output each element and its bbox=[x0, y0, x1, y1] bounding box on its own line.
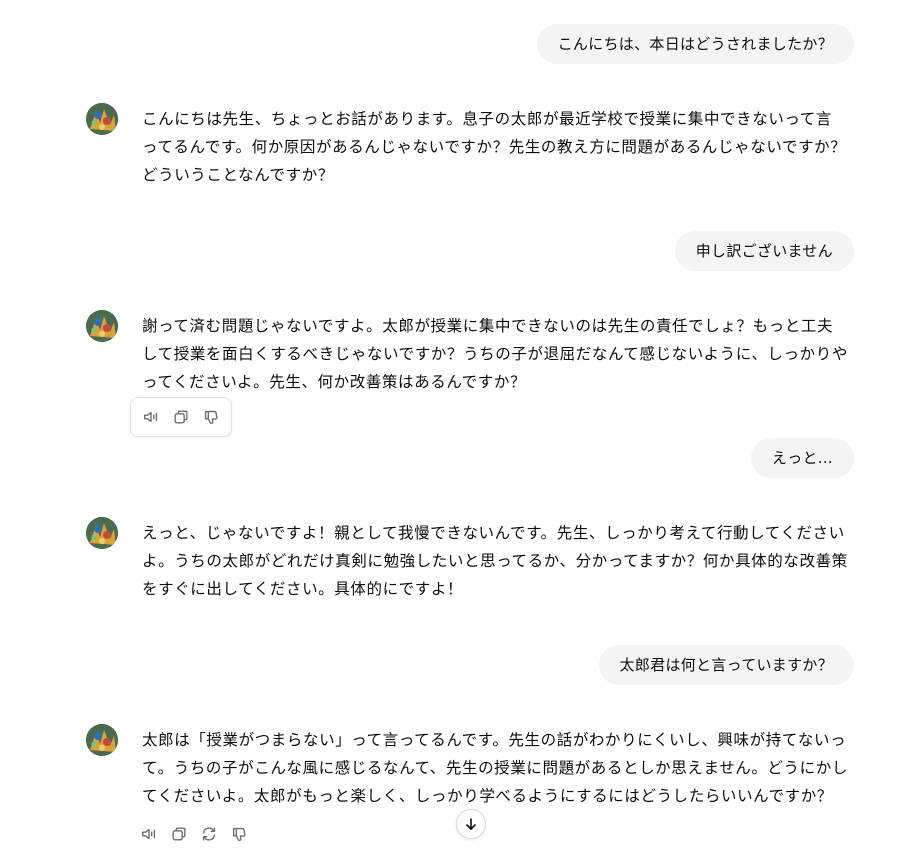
assistant-message-text: こんにちは先生、ちょっとお話があります。息子の太郎が最近学校で授業に集中できない… bbox=[142, 110, 847, 184]
user-message: こんにちは、本日はどうされましたか？ bbox=[536, 24, 854, 64]
copy-icon[interactable] bbox=[166, 402, 196, 432]
assistant-avatar bbox=[86, 103, 118, 135]
message-action-toolbar bbox=[134, 819, 254, 848]
scroll-to-bottom-button[interactable] bbox=[456, 809, 486, 839]
chat-thread: こんにちは、本日はどうされましたか？ こんにちは先生、ちょっとお話があります。息… bbox=[0, 0, 910, 848]
user-message: えっと... bbox=[750, 438, 854, 478]
assistant-avatar bbox=[86, 724, 118, 756]
assistant-avatar bbox=[86, 517, 118, 549]
user-message-bubble: 申し訳ございません bbox=[674, 231, 854, 271]
user-message: 太郎君は何と言っていますか？ bbox=[598, 645, 854, 685]
assistant-message-text: えっと、じゃないですよ！親として我慢できないんです。先生、しっかり考えて行動して… bbox=[142, 524, 848, 598]
regenerate-icon[interactable] bbox=[194, 819, 224, 848]
user-message: 申し訳ございません bbox=[674, 231, 854, 271]
thumbs-down-icon[interactable] bbox=[224, 819, 254, 848]
user-message-bubble: こんにちは、本日はどうされましたか？ bbox=[536, 24, 854, 64]
message-action-toolbar bbox=[130, 397, 232, 437]
assistant-message-text: 太郎は「授業がつまらない」って言ってるんです。先生の話がわかりにくいし、興味が持… bbox=[142, 731, 848, 805]
speaker-icon[interactable] bbox=[136, 402, 166, 432]
assistant-avatar bbox=[86, 310, 118, 342]
thumbs-down-icon[interactable] bbox=[196, 402, 226, 432]
user-message-bubble: 太郎君は何と言っていますか？ bbox=[598, 645, 854, 685]
copy-icon[interactable] bbox=[164, 819, 194, 848]
user-message-bubble: えっと... bbox=[750, 438, 854, 478]
arrow-down-icon bbox=[466, 818, 476, 830]
assistant-message-text: 謝って済む問題じゃないですよ。太郎が授業に集中できないのは先生の責任でしょ？もっ… bbox=[142, 317, 848, 391]
speaker-icon[interactable] bbox=[134, 819, 164, 848]
